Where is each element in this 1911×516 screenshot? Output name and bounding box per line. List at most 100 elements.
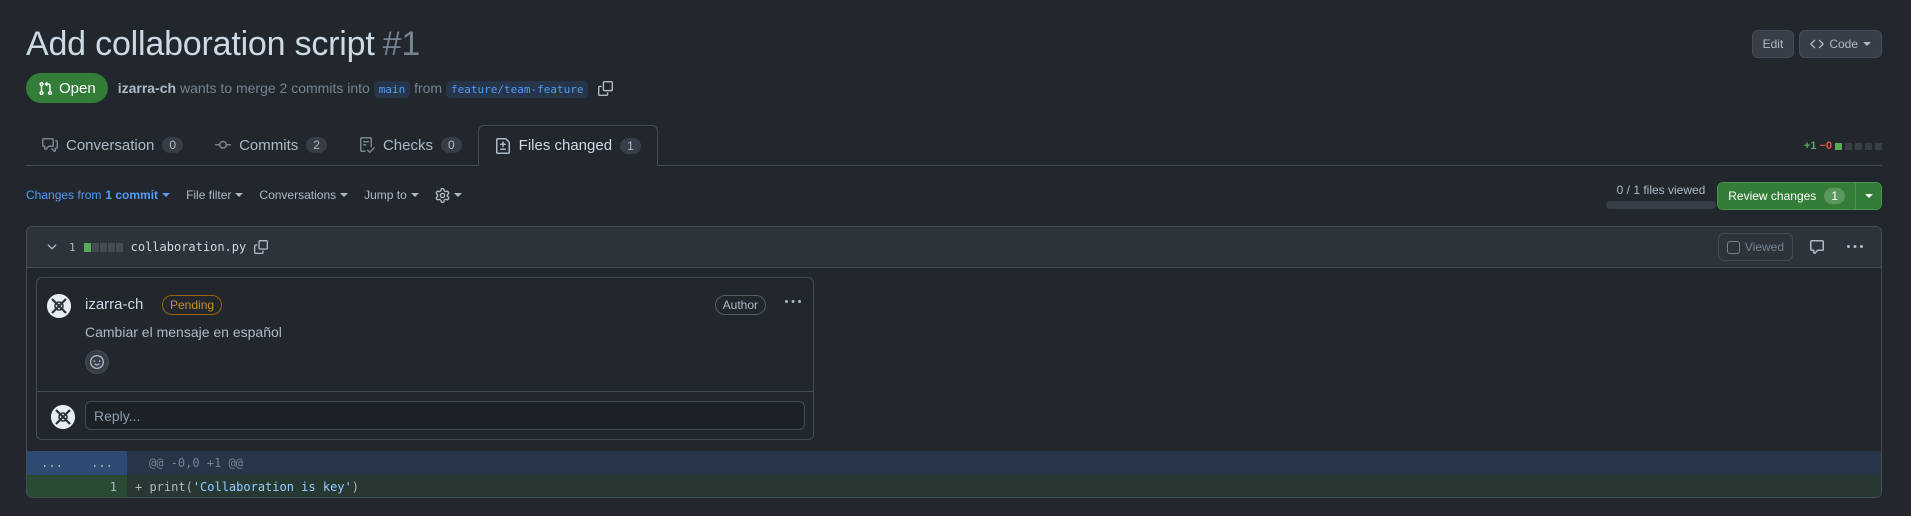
- review-changes-count: 1: [1824, 188, 1845, 204]
- changes-from-label: Changes from: [26, 188, 102, 202]
- review-changes-dropdown[interactable]: [1855, 183, 1881, 209]
- diffstat-block: [1855, 142, 1862, 150]
- tab-files-changed-count: 1: [620, 137, 641, 154]
- state-badge: Open: [26, 73, 108, 103]
- state-label: Open: [59, 79, 96, 97]
- merge-text: wants to merge 2 commits into: [179, 80, 370, 96]
- tab-conversation[interactable]: Conversation 0: [26, 125, 199, 165]
- file-change-count: 1: [69, 240, 76, 254]
- changes-from-commit: 1 commit: [105, 188, 159, 202]
- chevron-down-icon: [235, 193, 244, 197]
- jump-to-label: Jump to: [364, 188, 407, 202]
- pr-title-text: Add collaboration script: [26, 24, 375, 63]
- tab-conversation-count: 0: [162, 137, 184, 153]
- code-button-label: Code: [1829, 37, 1858, 51]
- diffstat-block: [115, 242, 123, 252]
- author-role-badge: Author: [714, 295, 766, 315]
- edit-button[interactable]: Edit: [1751, 30, 1795, 58]
- head-branch[interactable]: feature/team-feature: [445, 81, 589, 98]
- settings-dropdown[interactable]: [435, 187, 462, 203]
- files-viewed-progress: 0 / 1 files viewed: [1606, 183, 1716, 209]
- diff-line-addition: 1 + print('Collaboration is key'): [27, 475, 1881, 497]
- diffstat-additions: +1: [1803, 140, 1817, 152]
- file-diff-icon: [495, 137, 511, 154]
- comment-icon[interactable]: [1803, 233, 1831, 261]
- viewed-label: Viewed: [1744, 240, 1784, 254]
- chevron-down-icon: [162, 193, 171, 197]
- tab-files-changed[interactable]: Files changed 1: [477, 125, 658, 166]
- review-changes-label: Review changes: [1728, 189, 1817, 203]
- tab-commits[interactable]: Commits 2: [199, 125, 343, 165]
- smiley-icon[interactable]: [85, 350, 109, 374]
- code-line: + print('Collaboration is key'): [127, 480, 359, 494]
- tab-checks[interactable]: Checks 0: [343, 125, 478, 165]
- copy-icon[interactable]: [254, 240, 269, 254]
- avatar: [51, 405, 75, 429]
- header-actions: Edit Code: [1751, 30, 1882, 58]
- file-header: 1 collaboration.py Viewed: [27, 227, 1881, 268]
- chevron-down-icon[interactable]: [45, 240, 59, 254]
- code-icon: [1810, 37, 1825, 51]
- hunk-header-text: @@ -0,0 +1 @@: [149, 456, 243, 470]
- pr-author-link[interactable]: izarra-ch: [118, 80, 176, 96]
- viewed-checkbox[interactable]: Viewed: [1717, 233, 1793, 261]
- review-changes-button[interactable]: Review changes 1: [1718, 183, 1855, 209]
- chevron-down-icon: [340, 193, 349, 197]
- diffstat-block: [1865, 142, 1872, 150]
- code-string-token: 'Collaboration is key': [192, 480, 352, 494]
- new-line-number[interactable]: 1: [77, 475, 127, 497]
- from-text: from: [414, 80, 443, 96]
- pr-number: #1: [382, 24, 421, 63]
- tab-checks-label: Checks: [382, 136, 433, 154]
- diffstat-block: [99, 242, 107, 252]
- expand-down-button[interactable]: ...: [77, 451, 127, 475]
- file-filter-label: File filter: [186, 188, 232, 202]
- diffstat-block: [91, 242, 99, 252]
- changes-from-dropdown[interactable]: Changes from 1 commit: [26, 188, 171, 202]
- base-branch[interactable]: main: [373, 81, 411, 98]
- merge-summary: izarra-ch wants to merge 2 commits into …: [118, 80, 589, 98]
- review-changes-group: Review changes 1: [1717, 182, 1882, 210]
- review-thread: izarra-ch Pending Author Cambiar el mens…: [36, 277, 814, 440]
- diffstat-block: [1845, 142, 1852, 150]
- diffstat: +1 −0: [1804, 140, 1882, 152]
- diff-prefix: +: [135, 480, 150, 494]
- tab-checks-count: 0: [440, 137, 462, 153]
- avatar[interactable]: [47, 294, 71, 318]
- reply-row: [37, 393, 813, 439]
- pr-meta: Open izarra-ch wants to merge 2 commits …: [26, 73, 614, 103]
- old-line-number: [27, 475, 77, 497]
- file-diff: 1 collaboration.py Viewed izarra-ch Pend…: [26, 226, 1882, 498]
- expand-up-button[interactable]: ...: [27, 451, 77, 475]
- file-name[interactable]: collaboration.py: [131, 240, 247, 254]
- file-filter-dropdown[interactable]: File filter: [186, 188, 244, 202]
- file-header-actions: Viewed: [1717, 233, 1869, 261]
- jump-to-dropdown[interactable]: Jump to: [364, 188, 419, 202]
- conversations-dropdown[interactable]: Conversations: [259, 188, 349, 202]
- comment-body: Cambiar el mensaje en español: [85, 324, 282, 340]
- gear-icon: [435, 187, 450, 203]
- kebab-horizontal-icon[interactable]: [785, 294, 801, 310]
- copy-icon[interactable]: [598, 80, 614, 96]
- tab-conversation-label: Conversation: [66, 136, 155, 154]
- diffstat-block: [1835, 142, 1842, 150]
- code-button[interactable]: Code: [1799, 30, 1882, 58]
- git-commit-icon: [215, 137, 232, 153]
- diff-toolbar: Changes from 1 commit File filter Conver…: [26, 183, 462, 207]
- code-token: print(: [149, 480, 193, 494]
- pr-tabs: Conversation 0 Commits 2 Checks 0 Files …: [26, 125, 1882, 166]
- checklist-icon: [359, 137, 375, 153]
- diffstat-deletions: −0: [1819, 140, 1832, 152]
- kebab-horizontal-icon[interactable]: [1841, 233, 1869, 261]
- chevron-down-icon: [1864, 194, 1873, 198]
- pr-title: Add collaboration script #1: [26, 25, 420, 64]
- diffstat-block: [1875, 142, 1882, 150]
- review-comment: izarra-ch Pending Author Cambiar el mens…: [37, 278, 813, 392]
- comment-author[interactable]: izarra-ch: [85, 296, 143, 313]
- tab-commits-label: Commits: [239, 136, 299, 154]
- tab-commits-count: 2: [306, 137, 327, 153]
- code-token: ): [351, 480, 359, 494]
- reply-input[interactable]: [85, 401, 805, 430]
- file-diffstat: [83, 242, 123, 252]
- files-viewed-bar: [1606, 201, 1716, 209]
